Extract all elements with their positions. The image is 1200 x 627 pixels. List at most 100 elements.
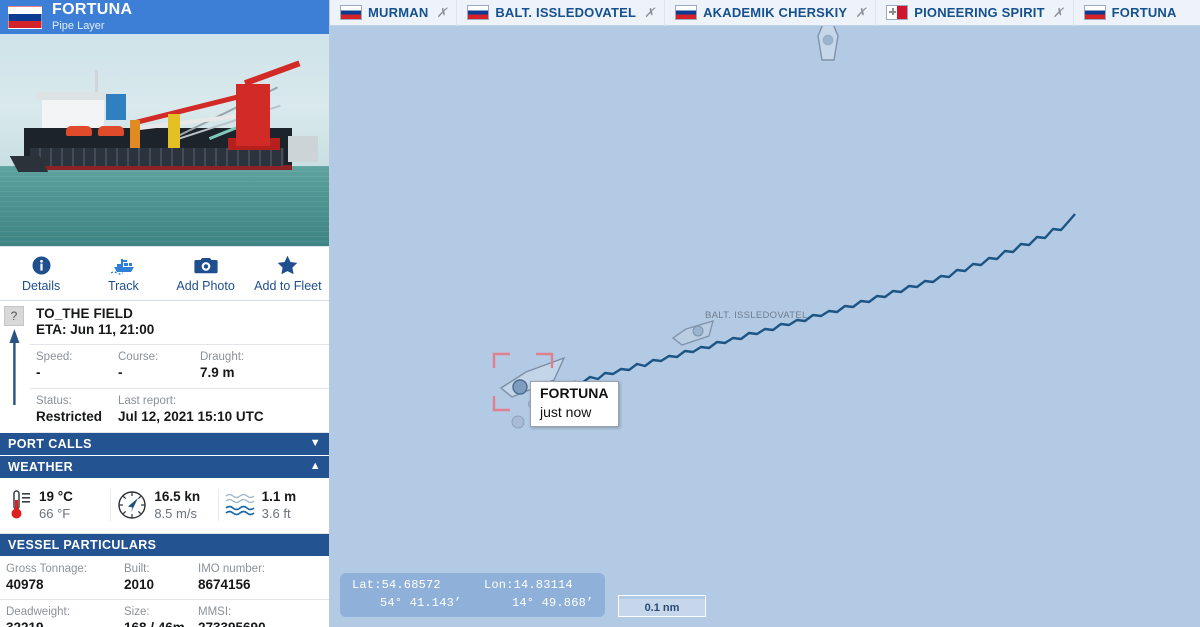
map-track-point[interactable] [510, 414, 526, 430]
track-button[interactable]: Track [82, 255, 164, 293]
wave-icon [225, 493, 255, 515]
tab-fortuna[interactable]: FORTUNA [1074, 0, 1186, 26]
built-cell: Built: 2010 [124, 562, 198, 594]
voyage-block: ? TO_THE FIELD ETA: Jun 11, 21:00 Speed:… [0, 301, 329, 433]
draught-cell: Draught: 7.9 m [200, 350, 244, 382]
particulars-row-1: Gross Tonnage: 40978 Built: 2010 IMO num… [0, 557, 329, 601]
russia-flag-icon [1083, 5, 1106, 20]
tooltip-vessel-name: FORTUNA [540, 385, 609, 401]
wave-cell: 1.1 m 3.6 ft [219, 489, 325, 521]
port-calls-title: PORT CALLS [8, 436, 92, 451]
speed-label: Speed: [36, 351, 73, 363]
deadweight-value: 32219 [6, 620, 124, 627]
port-calls-section-header[interactable]: PORT CALLS ▼ [0, 432, 329, 456]
temperature-cell: 19 °C 66 °F [4, 488, 112, 521]
tab-murman[interactable]: MURMAN ✗ [330, 0, 458, 26]
wave-feet: 3.6 ft [261, 505, 291, 521]
draught-label: Draught: [200, 351, 245, 363]
wind-knots: 16.5 kn [154, 488, 201, 504]
vessel-particulars-title: VESSEL PARTICULARS [8, 537, 157, 552]
last-report-cell: Last report: Jul 12, 2021 15:10 UTC [118, 394, 264, 426]
particulars-row-2: Deadweight: 32219 Size: 168 / 46m MMSI: … [0, 600, 329, 627]
status-report-row: Status: Restricted Last report: Jul 12, … [30, 389, 329, 433]
vessel-tooltip[interactable]: FORTUNA just now [530, 381, 620, 427]
speed-value: - [36, 364, 41, 380]
tab-akademik-cherskiy[interactable]: AKADEMIK CHERSKIY ✗ [665, 0, 877, 26]
vessel-particulars-section-header[interactable]: VESSEL PARTICULARS [0, 533, 329, 557]
scale-bar: 0.1 nm [618, 599, 706, 617]
details-label: Details [22, 278, 61, 293]
russia-flag-icon [8, 5, 42, 29]
camera-icon [165, 255, 247, 276]
vessel-tracker-app: FORTUNA Pipe Layer Details Track Add Pho… [0, 0, 1200, 627]
vessel-header: FORTUNA Pipe Layer [0, 0, 329, 36]
status-label: Status: [36, 394, 72, 407]
chevron-down-icon: ▼ [309, 437, 321, 450]
longitude-decimal: Lon:14.83114 [484, 578, 573, 593]
latitude-dm: 54° 41.143’ [380, 595, 462, 610]
imo-value: 8674156 [198, 576, 251, 592]
tab-label: AKADEMIK CHERSKIY [703, 5, 848, 20]
close-icon[interactable]: ✗ [1053, 5, 1064, 21]
destination-eta: ETA: Jun 11, 21:00 [36, 322, 155, 337]
vessel-sidebar: FORTUNA Pipe Layer Details Track Add Pho… [0, 0, 330, 627]
gross-tonnage-value: 40978 [6, 576, 44, 592]
scale-label: 0.1 nm [644, 601, 680, 614]
map-canvas[interactable]: SIVUCH BALT. ISSLEDOVATEL TA FORTUNA jus… [330, 0, 1200, 627]
add-to-fleet-label: Add to Fleet [254, 278, 322, 293]
course-value: - [118, 364, 123, 380]
built-value: 2010 [124, 576, 155, 592]
vessel-name: FORTUNA [52, 0, 133, 18]
weather-section-header[interactable]: WEATHER ▲ [0, 455, 329, 479]
imo-cell: IMO number: 8674156 [198, 562, 265, 594]
details-button[interactable]: Details [0, 255, 82, 293]
mmsi-cell: MMSI: 273395690 [198, 605, 266, 627]
tab-label: MURMAN [368, 5, 429, 20]
russia-flag-icon [340, 5, 362, 20]
built-label: Built: [124, 562, 150, 575]
destination-row: TO_THE FIELD ETA: Jun 11, 21:00 [30, 301, 329, 345]
destination-name: TO_THE FIELD [36, 306, 133, 321]
russia-flag-icon [675, 5, 698, 20]
add-to-fleet-button[interactable]: Add to Fleet [247, 255, 329, 293]
close-icon[interactable]: ✗ [855, 5, 866, 21]
temperature-fahrenheit: 66 °F [39, 505, 71, 521]
wind-compass-icon [118, 490, 147, 519]
wave-meters: 1.1 m [261, 488, 297, 504]
tooltip-timestamp: just now [540, 403, 592, 420]
vessel-action-bar: Details Track Add Photo Add to Fleet [0, 247, 329, 301]
gross-tonnage-cell: Gross Tonnage: 40978 [6, 562, 124, 594]
vessel-tab-bar: MURMAN ✗ BALT. ISSLEDOVATEL ✗ AKADEMIK C… [330, 0, 1200, 26]
tab-label: FORTUNA [1111, 5, 1177, 20]
add-photo-button[interactable]: Add Photo [165, 255, 247, 293]
size-cell: Size: 168 / 46m [124, 605, 198, 627]
last-report-value: Jul 12, 2021 15:10 UTC [118, 408, 264, 424]
longitude-dm: 14° 49.868’ [512, 595, 594, 610]
thermometer-icon [11, 489, 30, 519]
gross-tonnage-label: Gross Tonnage: [6, 562, 87, 575]
map-vessel-balt-issledovatel[interactable] [670, 316, 716, 350]
ship-track-icon [82, 255, 164, 276]
chevron-up-icon: ▲ [309, 460, 321, 473]
russia-flag-icon [467, 5, 490, 20]
map-label-balt-issledovatel: BALT. ISSLEDOVATEL [705, 310, 808, 321]
latitude-decimal: Lat:54.68572 [352, 578, 441, 593]
close-icon[interactable]: ✗ [644, 5, 655, 21]
weather-title: WEATHER [8, 459, 74, 474]
tab-label: PIONEERING SPIRIT [914, 5, 1045, 20]
course-cell: Course: - [118, 350, 200, 382]
speed-cell: Speed: - [36, 350, 118, 382]
imo-label: IMO number: [198, 562, 266, 575]
mmsi-label: MMSI: [198, 606, 232, 619]
tab-pioneering-spirit[interactable]: PIONEERING SPIRIT ✗ [876, 0, 1074, 26]
status-cell: Status: Restricted [36, 394, 118, 426]
tab-balt-issledovatel[interactable]: BALT. ISSLEDOVATEL ✗ [457, 0, 666, 26]
track-label: Track [107, 278, 139, 293]
temperature-celsius: 19 °C [39, 488, 73, 504]
help-badge[interactable]: ? [4, 306, 24, 326]
vessel-photo [0, 36, 329, 247]
info-icon [0, 255, 82, 276]
weather-row: 19 °C 66 °F 16.5 kn 8.5 m/s 1.1 m 3.6 ft [0, 478, 329, 534]
tab-label: BALT. ISSLEDOVATEL [495, 5, 637, 20]
close-icon[interactable]: ✗ [436, 5, 447, 21]
